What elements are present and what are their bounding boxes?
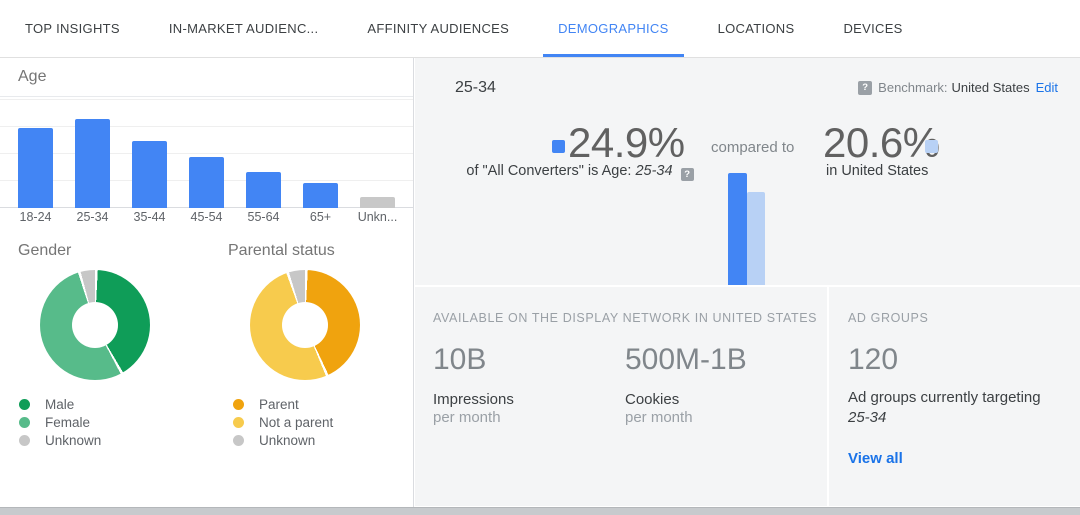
selected-age-range: 25-34 (455, 79, 496, 97)
impressions-metric: 10B Impressions per month (433, 342, 514, 427)
cookies-label: Cookies (625, 391, 747, 409)
gender-legend-male[interactable]: Male (19, 395, 101, 413)
impressions-label: Impressions (433, 391, 514, 409)
gridline (0, 153, 413, 154)
ad-groups-card: AD GROUPS 120 Ad groups currently target… (829, 287, 1080, 506)
legend-label: Male (45, 397, 74, 412)
parental-section-title: Parental status (228, 242, 335, 260)
ad-groups-heading: AD GROUPS (848, 311, 928, 325)
view-all-link[interactable]: View all (848, 450, 903, 467)
impressions-value: 10B (433, 342, 514, 378)
age-bar-65plus[interactable] (303, 183, 338, 208)
age-bar-35-44[interactable] (132, 141, 167, 208)
benchmark-value: United States (952, 80, 1030, 95)
benchmark-caption: in United States (826, 163, 928, 179)
ad-groups-description: Ad groups currently targeting 25-34 (848, 388, 1041, 428)
age-title-label: Age (18, 68, 46, 86)
ad-groups-description-prefix: Ad groups currently targeting (848, 389, 1041, 406)
tab-locations[interactable]: LOCATIONS (703, 0, 810, 57)
legend-bullet (233, 417, 244, 428)
gender-legend: Male Female Unknown (19, 395, 101, 449)
legend-bullet (233, 435, 244, 446)
legend-label: Female (45, 415, 90, 430)
compared-to-label: compared to (711, 139, 794, 156)
benchmark-series-swatch (925, 140, 938, 153)
legend-bullet (19, 435, 30, 446)
age-bar-45-54[interactable] (189, 157, 224, 208)
age-bar-55-64[interactable] (246, 172, 281, 208)
benchmark-row: ? Benchmark: United States Edit (858, 80, 1058, 95)
age-bar-18-24[interactable] (18, 128, 53, 208)
parental-donut[interactable] (250, 270, 360, 380)
age-bar-25-34[interactable] (75, 119, 110, 208)
tab-top-insights[interactable]: TOP INSIGHTS (10, 0, 135, 57)
primary-caption-prefix: of "All Converters" is Age: (466, 163, 635, 179)
age-axis-label: 65+ (292, 210, 349, 224)
legend-label: Not a parent (259, 415, 333, 430)
tab-in-market-audiences[interactable]: IN-MARKET AUDIENC... (154, 0, 334, 57)
legend-bullet (19, 399, 30, 410)
age-axis-label: 55-64 (235, 210, 292, 224)
legend-label: Parent (259, 397, 299, 412)
bottom-edge-bar (0, 507, 1080, 515)
legend-bullet (233, 399, 244, 410)
primary-caption: of "All Converters" is Age: 25-34 ? (435, 163, 725, 181)
ad-groups-count: 120 (848, 342, 898, 378)
legend-label: Unknown (45, 433, 101, 448)
primary-series-swatch (552, 140, 565, 153)
comparison-bar-all-converters (728, 173, 747, 285)
benchmark-edit-link[interactable]: Edit (1036, 80, 1058, 95)
gender-legend-female[interactable]: Female (19, 413, 101, 431)
age-axis-labels: 18-2425-3435-4445-5455-6465+Unkn... (0, 210, 413, 226)
age-detail-card: 25-34 ? Benchmark: United States Edit 24… (415, 58, 1080, 285)
age-axis-label: 35-44 (121, 210, 178, 224)
benchmark-label: Benchmark: (878, 80, 947, 95)
caption-help-icon[interactable]: ? (681, 168, 694, 181)
parental-legend-unknown[interactable]: Unknown (233, 431, 333, 449)
tab-affinity-audiences[interactable]: AFFINITY AUDIENCES (352, 0, 524, 57)
age-bar-chart (0, 98, 413, 208)
gender-section-title: Gender (18, 242, 71, 260)
demographics-insights-screen: TOP INSIGHTS IN-MARKET AUDIENC... AFFINI… (0, 0, 1080, 515)
primary-percentage: 24.9% (568, 120, 685, 166)
cookies-metric: 500M-1B Cookies per month (625, 342, 747, 427)
cookies-value: 500M-1B (625, 342, 747, 378)
display-network-card: AVAILABLE ON THE DISPLAY NETWORK IN UNIT… (415, 287, 827, 506)
impressions-period: per month (433, 409, 514, 427)
gridline (0, 126, 413, 127)
cookies-period: per month (625, 409, 747, 427)
gridline (0, 99, 413, 100)
gender-donut[interactable] (40, 270, 150, 380)
age-axis-label: 18-24 (7, 210, 64, 224)
availability-heading: AVAILABLE ON THE DISPLAY NETWORK IN UNIT… (433, 311, 817, 325)
comparison-bar-united-states (747, 192, 765, 285)
age-section-title: Age (0, 58, 413, 97)
gender-legend-unknown[interactable]: Unknown (19, 431, 101, 449)
legend-bullet (19, 417, 30, 428)
parental-legend: Parent Not a parent Unknown (233, 395, 333, 449)
parental-legend-not-a-parent[interactable]: Not a parent (233, 413, 333, 431)
legend-label: Unknown (259, 433, 315, 448)
age-axis-label: 45-54 (178, 210, 235, 224)
audience-tab-bar: TOP INSIGHTS IN-MARKET AUDIENC... AFFINI… (0, 0, 1080, 58)
tab-demographics[interactable]: DEMOGRAPHICS (543, 0, 684, 57)
age-axis-label: Unkn... (349, 210, 406, 224)
benchmark-help-icon[interactable]: ? (858, 81, 872, 95)
primary-caption-age: 25-34 (635, 163, 672, 179)
parental-legend-parent[interactable]: Parent (233, 395, 333, 413)
age-axis-label: 25-34 (64, 210, 121, 224)
tab-devices[interactable]: DEVICES (828, 0, 917, 57)
demographics-charts-panel: Age 18-2425-3435-4445-5455-6465+Unkn... … (0, 58, 414, 507)
age-bar-unknown[interactable] (360, 197, 395, 208)
comparison-mini-chart (728, 173, 765, 285)
benchmark-percentage: 20.6% (823, 120, 940, 166)
ad-groups-description-age: 25-34 (848, 409, 886, 426)
